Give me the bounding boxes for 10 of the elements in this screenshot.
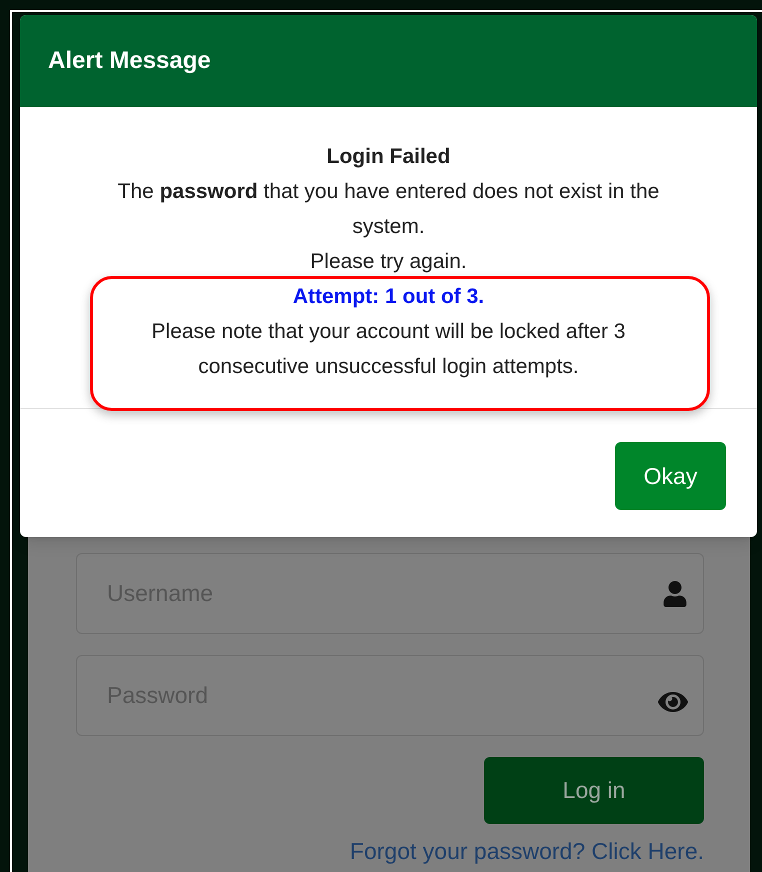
okay-button[interactable]: Okay <box>615 442 726 510</box>
retry-text: Please try again. <box>310 249 467 275</box>
error-message: The password that you have entered does not exist in the system. <box>116 179 660 240</box>
heading: Login Failed <box>326 144 450 170</box>
dialog-title: Alert Message <box>48 46 211 76</box>
forgot-password-link[interactable]: Forgot your password? Click Here. <box>350 838 704 864</box>
user-icon <box>662 580 688 606</box>
lockout-notice: Please note that your account will be locked after 3 consecutive unsuccessful login attempts. <box>150 319 626 380</box>
login-button[interactable]: Log in <box>484 757 704 824</box>
attempt-count: Attempt: 1 out of 3. <box>292 284 484 310</box>
